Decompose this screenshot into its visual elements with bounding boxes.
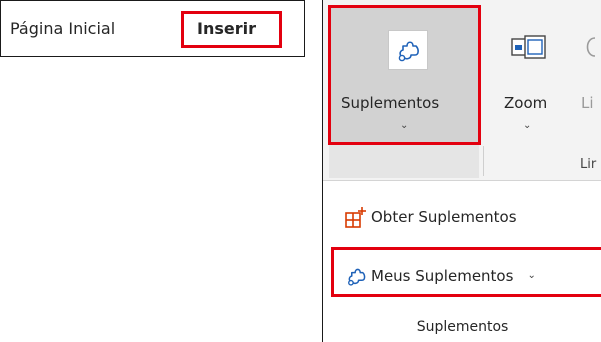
links-group-label: Lir [580, 157, 597, 172]
ribbon-insert: Suplementos ⌄ Zoom ⌄ Li Lir [323, 0, 601, 181]
addins-group-footer [329, 142, 479, 178]
addins-group-label: Suplementos [416, 319, 509, 335]
links-label-partial[interactable]: Li [581, 94, 594, 112]
group-separator [483, 146, 484, 176]
ribbon-tab-strip: Página Inicial Inserir [0, 0, 305, 57]
zoom-icon [511, 34, 547, 66]
ribbon-panel: Suplementos ⌄ Zoom ⌄ Li Lir Obter Suplem… [322, 0, 601, 342]
highlight-my-addins [331, 247, 601, 297]
store-icon [345, 206, 367, 228]
tab-home[interactable]: Página Inicial [10, 19, 115, 39]
menu-item-get-addins[interactable]: Obter Suplementos [345, 206, 517, 228]
highlight-insert-tab [181, 11, 282, 48]
highlight-addins-button [328, 5, 481, 145]
zoom-label[interactable]: Zoom [504, 94, 547, 112]
get-addins-label: Obter Suplementos [371, 208, 517, 226]
zoom-chevron-down-icon[interactable]: ⌄ [523, 120, 531, 131]
links-icon [581, 34, 601, 66]
